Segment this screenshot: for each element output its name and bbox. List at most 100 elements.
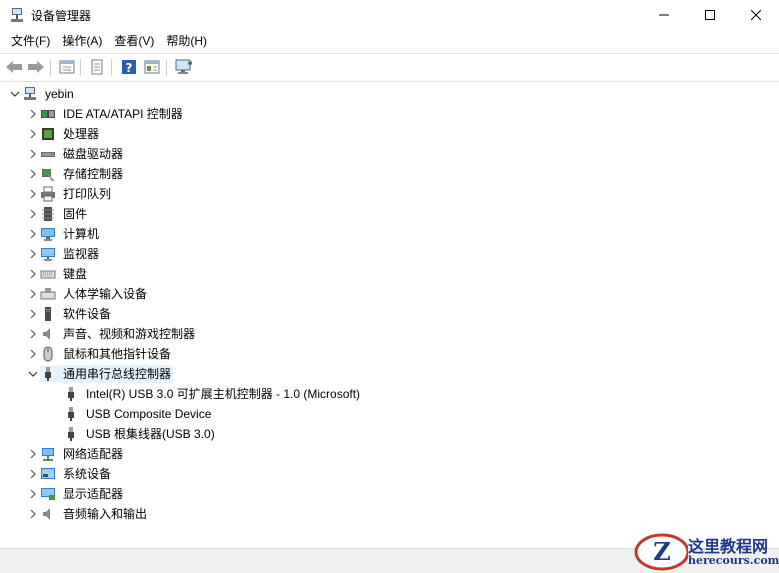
- storage-controller-icon: [40, 166, 56, 182]
- tree-category-node[interactable]: 显示适配器: [26, 484, 125, 504]
- tree-item-label: 声音、视频和游戏控制器: [63, 327, 196, 341]
- display-adapter-icon: [40, 486, 56, 502]
- tree-category-node[interactable]: 人体学输入设备: [26, 284, 149, 304]
- toolbar: ?: [0, 53, 779, 82]
- ide-controller-icon: [40, 106, 56, 122]
- menu-bar: 文件(F) 操作(A) 查看(V) 帮助(H): [0, 30, 779, 52]
- collapse-chevron-icon[interactable]: [26, 364, 40, 384]
- toolbar-separator: [50, 59, 51, 76]
- expand-chevron-icon[interactable]: [26, 144, 40, 164]
- tree-category-node[interactable]: 键盘: [26, 264, 89, 284]
- tree-item-label: USB Composite Device: [86, 407, 212, 421]
- speaker-icon: [40, 326, 56, 342]
- watermark-logo: Z 这里教程网 herecours.com: [632, 530, 779, 572]
- device-manager-app-icon: [9, 7, 25, 23]
- printer-icon: [40, 186, 56, 202]
- tree-category-node[interactable]: 鼠标和其他指针设备: [26, 344, 173, 364]
- tree-item-label: 人体学输入设备: [63, 287, 148, 301]
- tree-category-node[interactable]: 网络适配器: [26, 444, 125, 464]
- expand-chevron-icon[interactable]: [26, 124, 40, 144]
- expand-chevron-icon[interactable]: [26, 344, 40, 364]
- expand-chevron-icon[interactable]: [26, 464, 40, 484]
- mouse-icon: [40, 346, 56, 362]
- expand-chevron-icon[interactable]: [26, 164, 40, 184]
- processor-icon: [40, 126, 56, 142]
- help-icon[interactable]: ?: [119, 57, 139, 77]
- tree-item-label: 键盘: [63, 267, 88, 281]
- tree-category-node[interactable]: 通用串行总线控制器: [26, 364, 174, 384]
- watermark-url: herecours.com: [688, 554, 779, 567]
- close-button[interactable]: [733, 0, 779, 30]
- expand-chevron-icon[interactable]: [26, 184, 40, 204]
- tree-category-node[interactable]: 磁盘驱动器: [26, 144, 125, 164]
- tree-category-node[interactable]: 处理器: [26, 124, 101, 144]
- monitor-scan-icon[interactable]: [174, 57, 194, 77]
- tree-item-label: 音频输入和输出: [63, 507, 148, 521]
- expand-chevron-icon[interactable]: [26, 324, 40, 344]
- collapse-chevron-icon[interactable]: [8, 84, 22, 104]
- tree-item-label: 存储控制器: [63, 167, 124, 181]
- document-icon[interactable]: [87, 57, 107, 77]
- tree-category-node[interactable]: IDE ATA/ATAPI 控制器: [26, 104, 185, 124]
- menu-view[interactable]: 查看(V): [108, 30, 160, 52]
- tree-category-node[interactable]: 声音、视频和游戏控制器: [26, 324, 197, 344]
- software-device-icon: [40, 306, 56, 322]
- hid-icon: [40, 286, 56, 302]
- expand-chevron-icon[interactable]: [26, 284, 40, 304]
- svg-text:Z: Z: [653, 537, 671, 566]
- panel-view-icon[interactable]: [142, 57, 162, 77]
- tree-category-node[interactable]: 软件设备: [26, 304, 113, 324]
- tree-device-node[interactable]: USB Composite Device: [49, 404, 213, 424]
- toolbar-separator: [166, 59, 167, 76]
- expand-chevron-icon[interactable]: [26, 244, 40, 264]
- window-title: 设备管理器: [31, 9, 92, 23]
- tree-root-node[interactable]: yebin: [8, 84, 76, 104]
- forward-icon[interactable]: [26, 57, 46, 77]
- back-icon[interactable]: [4, 57, 24, 77]
- usb-icon: [63, 406, 79, 422]
- tree-item-label: yebin: [45, 87, 74, 101]
- expand-chevron-icon[interactable]: [26, 224, 40, 244]
- properties-view-icon[interactable]: [57, 57, 77, 77]
- tree-category-node[interactable]: 固件: [26, 204, 89, 224]
- usb-icon: [63, 386, 79, 402]
- expand-chevron-icon[interactable]: [26, 484, 40, 504]
- tree-item-label: 打印队列: [63, 187, 112, 201]
- tree-category-node[interactable]: 计算机: [26, 224, 101, 244]
- expand-chevron-icon[interactable]: [26, 444, 40, 464]
- maximize-button[interactable]: [687, 0, 733, 30]
- tree-item-label: Intel(R) USB 3.0 可扩展主机控制器 - 1.0 (Microso…: [86, 387, 361, 401]
- computer-icon: [40, 226, 56, 242]
- expand-chevron-icon[interactable]: [26, 264, 40, 284]
- tree-item-label: IDE ATA/ATAPI 控制器: [63, 107, 183, 121]
- tree-category-node[interactable]: 存储控制器: [26, 164, 125, 184]
- tree-device-node[interactable]: USB 根集线器(USB 3.0): [49, 424, 217, 444]
- tree-item-label: 软件设备: [63, 307, 112, 321]
- tree-item-label: 计算机: [63, 227, 100, 241]
- expand-chevron-icon[interactable]: [26, 104, 40, 124]
- tree-item-label: 监视器: [63, 247, 100, 261]
- tree-category-node[interactable]: 监视器: [26, 244, 101, 264]
- tree-item-label: 处理器: [63, 127, 100, 141]
- expand-chevron-icon[interactable]: [26, 504, 40, 524]
- keyboard-icon: [40, 266, 56, 282]
- toolbar-separator: [80, 59, 81, 76]
- tree-category-node[interactable]: 打印队列: [26, 184, 113, 204]
- computer-root-icon: [22, 86, 38, 102]
- menu-help[interactable]: 帮助(H): [160, 30, 213, 52]
- minimize-button[interactable]: [641, 0, 687, 30]
- menu-action[interactable]: 操作(A): [56, 30, 108, 52]
- usb-icon: [63, 426, 79, 442]
- expand-chevron-icon[interactable]: [26, 304, 40, 324]
- monitor-icon: [40, 246, 56, 262]
- firmware-icon: [40, 206, 56, 222]
- tree-item-label: USB 根集线器(USB 3.0): [86, 427, 215, 441]
- tree-category-node[interactable]: 音频输入和输出: [26, 504, 149, 524]
- title-bar: 设备管理器: [0, 0, 779, 30]
- menu-file[interactable]: 文件(F): [5, 30, 56, 52]
- tree-item-label: 系统设备: [63, 467, 112, 481]
- tree-category-node[interactable]: 系统设备: [26, 464, 113, 484]
- tree-device-node[interactable]: Intel(R) USB 3.0 可扩展主机控制器 - 1.0 (Microso…: [49, 384, 362, 404]
- expand-chevron-icon[interactable]: [26, 204, 40, 224]
